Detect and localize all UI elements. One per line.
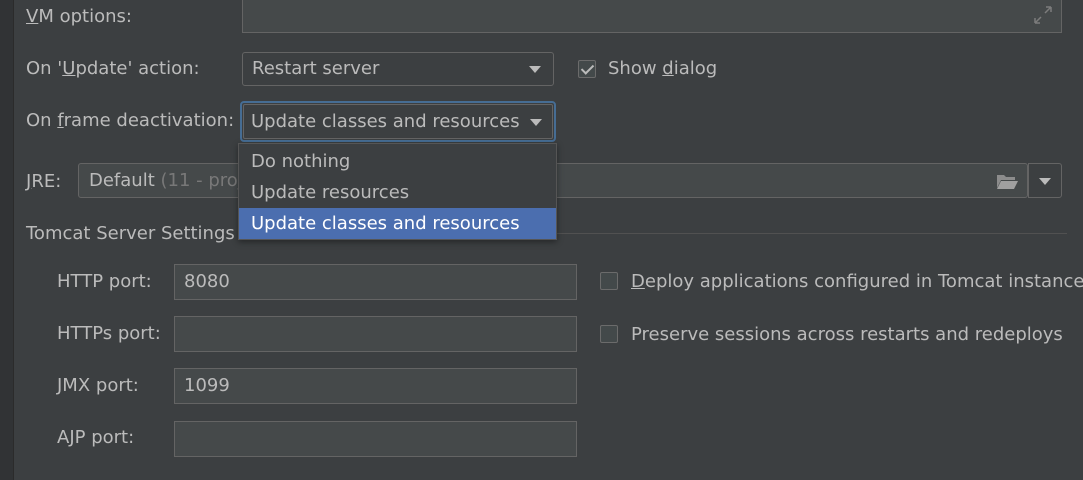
on-frame-value: Update classes and resources [251, 111, 520, 132]
tomcat-section-title: Tomcat Server Settings [26, 223, 235, 244]
on-update-combo[interactable]: Restart server [242, 52, 554, 86]
preserve-sessions-label: Preserve sessions across restarts and re… [631, 324, 1063, 345]
deploy-label: Deploy applications configured in Tomcat… [631, 271, 1083, 292]
on-update-value: Restart server [252, 58, 380, 79]
folder-icon[interactable] [995, 171, 1019, 196]
on-frame-label: On frame deactivation: [26, 110, 235, 131]
left-gutter [0, 0, 14, 480]
ajp-port-label: AJP port: [57, 427, 135, 448]
deploy-checkbox[interactable] [600, 272, 618, 290]
http-port-label: HTTP port: [57, 271, 152, 292]
vm-options-label: VM options: [26, 6, 132, 27]
ajp-port-input[interactable] [174, 421, 577, 457]
dropdown-option-update-classes-resources[interactable]: Update classes and resources [239, 208, 556, 239]
on-frame-combo[interactable]: Update classes and resources [240, 101, 556, 142]
show-dialog-label: Show dialog [608, 58, 718, 79]
jre-dropdown-button[interactable] [1028, 163, 1062, 198]
chevron-down-icon [1039, 178, 1051, 185]
jmx-port-value: 1099 [184, 375, 230, 396]
section-divider [557, 233, 1067, 234]
dropdown-option-do-nothing[interactable]: Do nothing [239, 146, 556, 177]
chevron-down-icon [530, 119, 542, 126]
jmx-port-input[interactable]: 1099 [174, 368, 577, 404]
http-port-value: 8080 [184, 271, 230, 292]
on-frame-dropdown-popup: Do nothing Update resources Update class… [238, 143, 557, 240]
https-port-input[interactable] [174, 316, 577, 352]
jre-label: JRE: [26, 171, 62, 192]
show-dialog-checkbox[interactable] [578, 60, 596, 78]
dropdown-option-update-resources[interactable]: Update resources [239, 177, 556, 208]
on-update-label: On 'Update' action: [26, 58, 200, 79]
preserve-sessions-checkbox[interactable] [600, 325, 618, 343]
https-port-label: HTTPs port: [57, 323, 161, 344]
expand-icon[interactable] [1033, 5, 1053, 25]
jre-value: Default (11 - proj [89, 170, 243, 191]
http-port-input[interactable]: 8080 [174, 264, 577, 300]
vm-options-field[interactable] [242, 0, 1062, 33]
jmx-port-label: JMX port: [57, 375, 139, 396]
chevron-down-icon [529, 66, 541, 73]
